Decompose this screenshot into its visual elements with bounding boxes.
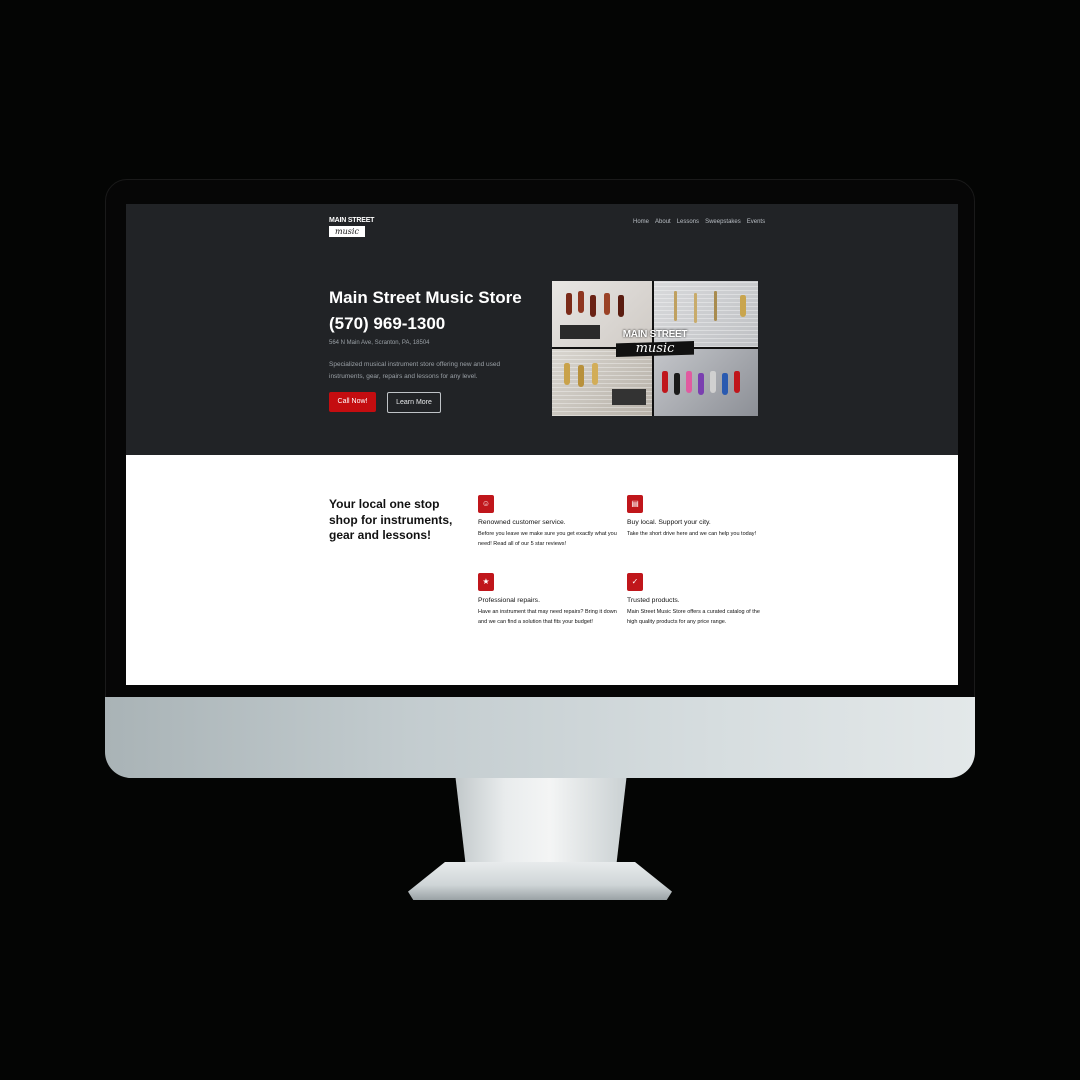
feature-title: Buy local. Support your city. [627, 519, 711, 526]
feature-description: Before you leave we make sure you get ex… [478, 531, 617, 547]
people-icon: ☺ [478, 495, 494, 513]
monitor-stand-base [408, 862, 672, 900]
star-icon: ★ [478, 573, 494, 591]
feature-title: Professional repairs. [478, 597, 540, 604]
feature-customer-service: ☺ Renowned customer service. Before you … [478, 495, 618, 549]
feature-title: Renowned customer service. [478, 519, 566, 526]
call-now-button[interactable]: Call Now! [329, 392, 376, 412]
hero-description: Specialized musical instrument store off… [329, 361, 501, 380]
monitor-chin [105, 697, 975, 778]
photo-guitars [654, 349, 758, 416]
learn-more-button[interactable]: Learn More [387, 392, 441, 413]
monitor-stand-neck [455, 778, 627, 870]
feature-description: Take the short drive here and we can hel… [627, 531, 757, 537]
website-screen: MAIN STREET music Home About Lessons Swe… [126, 204, 958, 685]
feature-trusted-products: ✓ Trusted products. Main Street Music St… [627, 573, 767, 627]
nav-item-lessons[interactable]: Lessons [677, 219, 699, 225]
features-heading: Your local one stop shop for instruments… [329, 497, 453, 542]
feature-title: Trusted products. [627, 597, 680, 604]
hero-section: MAIN STREET music Home About Lessons Swe… [126, 204, 958, 455]
logo-text-top: MAIN STREET [329, 217, 375, 224]
store-photo-collage: MAIN STREET music [552, 281, 758, 416]
hero-title: Main Street Music Store [329, 288, 522, 307]
feature-description: Main Street Music Store offers a curated… [627, 609, 760, 625]
feature-description: Have an instrument that may need repairs… [478, 609, 617, 625]
hero-address: 564 N Main Ave, Scranton, PA, 18504 [329, 340, 430, 346]
chart-icon: ▤ [627, 495, 643, 513]
site-logo[interactable]: MAIN STREET music [329, 217, 375, 239]
nav-item-home[interactable]: Home [633, 219, 649, 225]
logo-text-bottom: music [329, 226, 365, 237]
main-nav: Home About Lessons Sweepstakes Events [633, 219, 765, 225]
photo-saxophones [552, 349, 652, 416]
check-icon: ✓ [627, 573, 643, 591]
feature-repairs: ★ Professional repairs. Have an instrume… [478, 573, 618, 627]
nav-item-events[interactable]: Events [747, 219, 765, 225]
nav-item-about[interactable]: About [655, 219, 671, 225]
feature-buy-local: ▤ Buy local. Support your city. Take the… [627, 495, 767, 540]
hero-phone[interactable]: (570) 969-1300 [329, 314, 445, 334]
nav-item-sweepstakes[interactable]: Sweepstakes [705, 219, 741, 225]
collage-logo: MAIN STREET music [616, 329, 694, 357]
